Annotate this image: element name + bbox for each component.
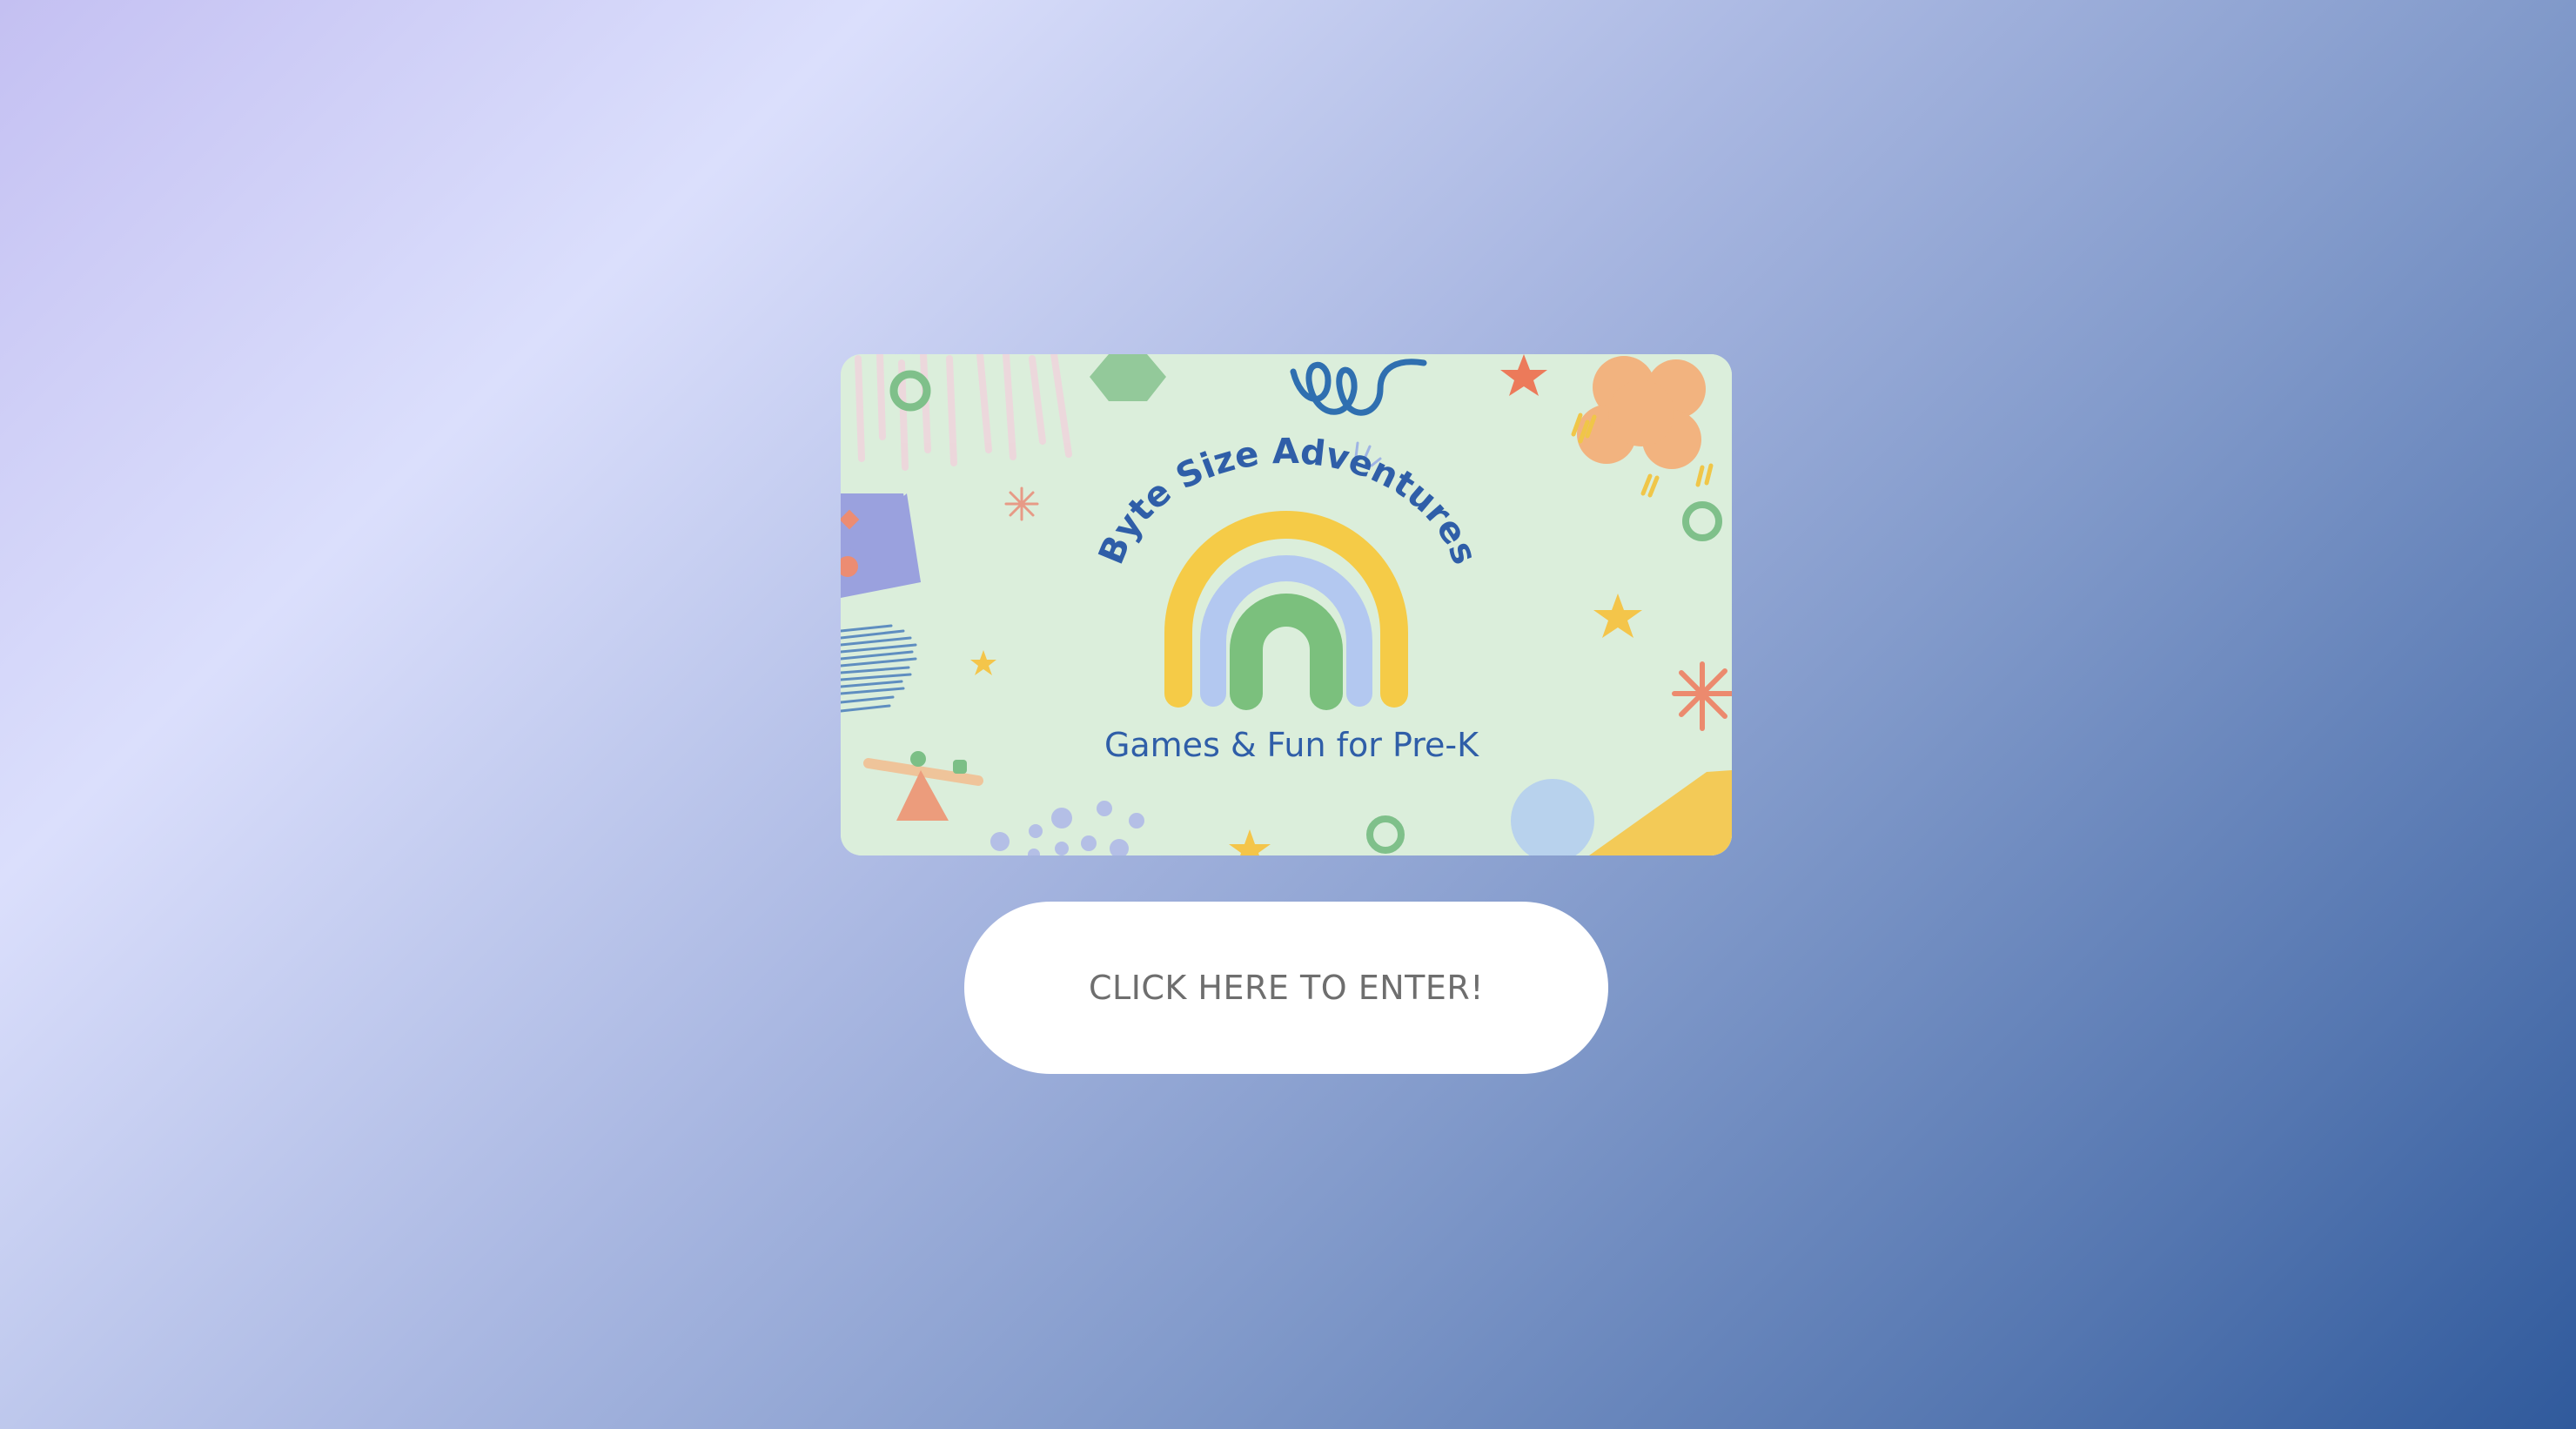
hero-banner: Byte Size Adventures Games & Fun for Pre… [841,354,1732,855]
banner-subtitle: Games & Fun for Pre-K [1104,726,1479,764]
enter-button[interactable]: CLICK HERE TO ENTER! [964,902,1608,1074]
banner-illustration: Byte Size Adventures Games & Fun for Pre… [841,354,1732,855]
asterisk-decoration [1004,486,1039,521]
